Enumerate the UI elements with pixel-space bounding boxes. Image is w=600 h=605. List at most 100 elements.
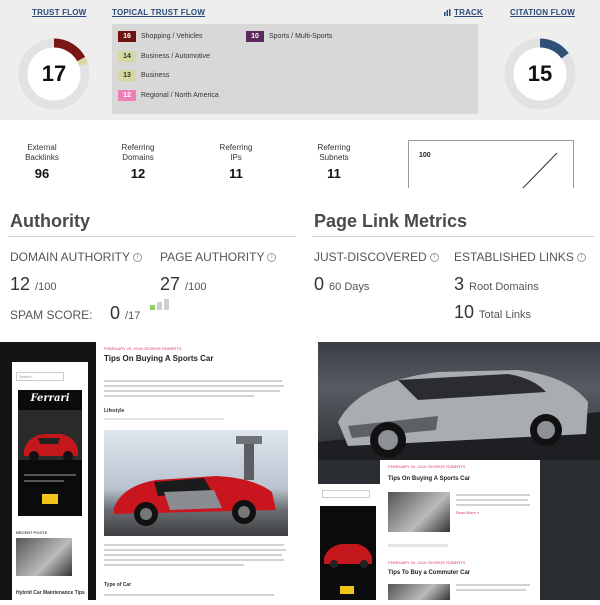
stat-value: 12 — [130, 166, 146, 181]
stat-label: Subnets — [319, 153, 349, 162]
ferrari-car-image — [18, 410, 82, 510]
topic-name: Business — [141, 72, 170, 79]
article-thumbnail[interactable] — [388, 492, 450, 532]
text-line — [456, 494, 530, 496]
tag-row — [388, 544, 448, 547]
article-subheading: Lifestyle — [104, 408, 125, 414]
bar-chart-icon — [444, 9, 451, 16]
established-links-label-text: ESTABLISHED LINKS — [454, 250, 574, 264]
sparkline-line — [522, 152, 558, 189]
divider — [8, 236, 296, 237]
topic-item[interactable]: 16 Shopping / Vehicles — [118, 31, 203, 42]
domain-authority-number: 12 — [10, 274, 31, 294]
stat-label: Domains — [122, 153, 154, 162]
stat-referring-ips[interactable]: Referring IPs 11 — [204, 143, 268, 180]
article-hero-image[interactable] — [104, 430, 288, 536]
text-line — [104, 594, 274, 596]
recent-post-link[interactable]: Hybrid Car Maintenance Tips — [16, 590, 85, 596]
spam-score-number: 0 — [110, 303, 121, 323]
article-title-3[interactable]: Tips To Buy a Commuter Car — [388, 570, 470, 576]
ferrari-logo: Ferrari — [30, 393, 70, 404]
track-link[interactable]: TRACK — [444, 8, 483, 17]
info-circle-icon[interactable]: i — [267, 253, 277, 263]
spam-bar — [157, 302, 162, 310]
root-domains-number: 3 — [454, 274, 465, 294]
stat-referring-domains[interactable]: Referring Domains 12 — [106, 143, 170, 181]
text-line — [456, 589, 526, 591]
text-line — [104, 564, 244, 566]
text-line — [104, 418, 224, 420]
info-circle-icon[interactable]: i — [429, 253, 439, 263]
text-line — [104, 380, 282, 382]
article-title-2[interactable]: Tips On Buying A Sports Car — [388, 476, 470, 482]
just-discovered-value: 0 60 Days — [314, 274, 369, 295]
topic-name: Sports / Multi-Sports — [269, 33, 333, 40]
concept-car-photo — [318, 342, 600, 460]
text-line — [456, 504, 530, 506]
recent-post-thumbnail[interactable] — [16, 538, 72, 576]
sports-car-image — [114, 436, 276, 526]
page-authority-value: 27 /100 — [160, 274, 206, 295]
sparkline-svg — [522, 152, 558, 189]
topic-score-badge: 12 — [118, 90, 136, 101]
citation-flow-gauge: 15 — [504, 38, 576, 110]
trust-flow-heading[interactable]: TRUST FLOW — [32, 8, 86, 17]
stat-label: Backlinks — [25, 153, 59, 162]
domain-authority-label: DOMAIN AUTHORITY i — [10, 250, 143, 264]
just-discovered-number: 0 — [314, 274, 325, 294]
page-authority-suffix: /100 — [185, 281, 207, 293]
topic-item[interactable]: 12 Regional / North America — [118, 90, 219, 101]
article-meta-2: FEBRUARY 20, 2016 GEORGE ROBERTS — [388, 464, 466, 469]
total-links-value: 10 Total Links — [454, 302, 531, 323]
domain-authority-label-text: DOMAIN AUTHORITY — [10, 250, 131, 264]
stat-label: IPs — [230, 153, 242, 162]
topic-score-badge: 14 — [118, 51, 136, 62]
recent-posts-label: RECENT POSTS — [16, 530, 48, 535]
ferrari-car-image-2 — [324, 544, 372, 594]
page-link-metrics-title: Page Link Metrics — [314, 211, 468, 231]
ferrari-ad-banner[interactable]: Ferrari — [18, 390, 82, 516]
preview-left-sidebar: Search... Ferrari RECENT POSTS Hybrid Ca… — [12, 362, 88, 600]
text-line — [104, 544, 284, 546]
spam-bar — [150, 305, 155, 310]
preview-search-input[interactable]: Search... — [16, 372, 64, 381]
topic-name: Business / Automotive — [141, 53, 210, 60]
topical-trust-flow-heading[interactable]: TOPICAL TRUST FLOW — [112, 8, 205, 17]
article-title[interactable]: Tips On Buying A Sports Car — [104, 354, 214, 363]
stat-label: Referring — [219, 143, 253, 152]
stat-external-backlinks[interactable]: External Backlinks 96 — [10, 143, 74, 181]
stat-value: 96 — [34, 166, 50, 181]
stat-referring-subnets[interactable]: Referring Subnets 11 — [302, 143, 366, 180]
stat-label: Referring — [121, 143, 155, 152]
preview-right-article-card: FEBRUARY 20, 2016 GEORGE ROBERTS Tips On… — [380, 460, 540, 600]
text-line — [104, 549, 286, 551]
just-discovered-suffix: 60 Days — [329, 281, 370, 293]
read-more-link[interactable]: Read More » — [456, 510, 479, 515]
divider — [312, 236, 594, 237]
topic-name: Regional / North America — [141, 92, 219, 99]
stat-label: External — [27, 143, 57, 152]
spam-score-suffix: /17 — [125, 310, 141, 322]
topic-item[interactable]: 10 Sports / Multi-Sports — [246, 31, 332, 42]
info-circle-icon[interactable]: i — [576, 253, 586, 263]
trust-flow-gauge: 17 — [18, 38, 90, 110]
citation-flow-value: 15 — [527, 61, 553, 86]
text-line — [104, 390, 280, 392]
page-authority-label-text: PAGE AUTHORITY — [160, 250, 265, 264]
topic-item[interactable]: 14 Business / Automotive — [118, 51, 210, 62]
topic-name: Shopping / Vehicles — [141, 33, 203, 40]
topic-item[interactable]: 13 Business — [118, 70, 169, 81]
article-thumbnail-2[interactable] — [388, 584, 450, 600]
authority-title: Authority — [10, 211, 90, 231]
stat-label: Referring — [317, 143, 351, 152]
total-links-number: 10 — [454, 302, 475, 322]
ferrari-ad-banner-2[interactable] — [320, 506, 376, 600]
root-domains-value: 3 Root Domains — [454, 274, 539, 295]
preview-article: FEBRUARY 20, 2016 GEORGE ROBERTS Tips On… — [96, 342, 298, 600]
citation-flow-heading[interactable]: CITATION FLOW — [510, 8, 575, 17]
total-links-suffix: Total Links — [479, 309, 532, 321]
text-line — [104, 385, 284, 387]
info-circle-icon[interactable]: i — [133, 253, 143, 263]
preview-search-input-2[interactable] — [322, 490, 370, 498]
spam-score-label: SPAM SCORE: — [10, 308, 93, 322]
